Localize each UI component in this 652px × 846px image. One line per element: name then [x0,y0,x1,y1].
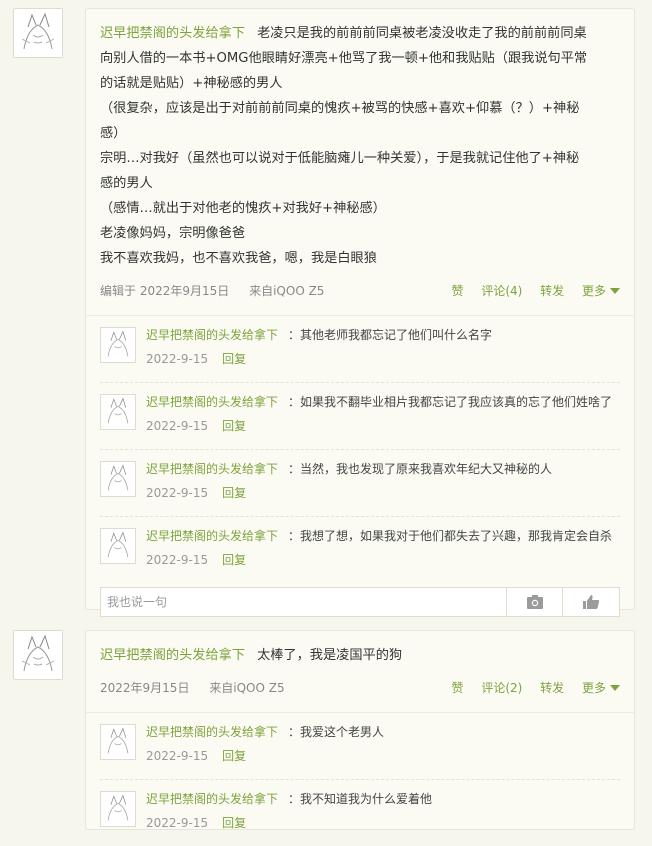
post-meta: 2022年9月15日 来自iQOO Z5 赞 评论(2) 转发 更多 [86,676,634,700]
comment-date: 2022-9-15 [146,419,209,433]
post-source: 来自iQOO Z5 [249,284,325,298]
avatar-sketch-icon [14,9,62,57]
post-line: 宗明…对我好（虽然也可以说对于低能脑瘫儿一种关爱），于是我就记住他了+神秘 [100,151,580,166]
comment-date: 2022-9-15 [146,749,209,763]
post-line: 感） [100,126,127,141]
reply-button[interactable]: 回复 [222,749,246,763]
post-author[interactable]: 迟早把禁阁的头发给拿下 [100,26,245,41]
chevron-down-icon [610,288,620,294]
comment-author[interactable]: 迟早把禁阁的头发给拿下 [146,529,278,543]
comment-text: ：我不知道我为什么爱着他 [288,792,433,806]
comment-input-placeholder: 我也说一句 [107,595,168,609]
post-author[interactable]: 迟早把禁阁的头发给拿下 [100,648,245,663]
comment-author[interactable]: 迟早把禁阁的头发给拿下 [146,328,278,342]
avatar-sketch-icon [107,531,129,558]
post-line: （感情…就出于对他老的愧疚+对我好+神秘感） [100,201,386,216]
post-line: 的话就是贴贴）+神秘感的男人 [100,76,283,91]
post-line: 迟早把禁阁的头发给拿下 太棒了，我是凌国平的狗 [100,648,403,663]
avatar-sketch-icon [107,794,129,821]
post-line: 感的男人 [100,176,153,191]
avatar[interactable] [100,528,136,564]
post-line: 老凌像妈妈，宗明像爸爸 [100,226,246,241]
thumb-button[interactable] [562,588,619,616]
comment-date: 2022-9-15 [146,486,209,500]
post-line: 我不喜欢我妈，也不喜欢我爸，嗯，我是白眼狼 [100,251,377,266]
comment-text: ：如果我不翻毕业相片我都忘记了我应该真的忘了他们姓啥了 [288,395,613,409]
comment-item: 迟早把禁阁的头发给拿下 ：我不知道我为什么爱着他 2022-9-15 回复 [100,780,620,846]
repost-button[interactable]: 转发 [540,681,564,695]
avatar[interactable] [13,630,63,680]
post-body: 迟早把禁阁的头发给拿下 太棒了，我是凌国平的狗 [86,631,634,668]
avatar-sketch-icon [107,330,129,357]
comment-item: 迟早把禁阁的头发给拿下 ：如果我不翻毕业相片我都忘记了我应该真的忘了他们姓啥了 2… [100,383,620,450]
post-source: 来自iQOO Z5 [209,681,285,695]
comment-date: 2022-9-15 [146,816,209,830]
avatar[interactable] [13,8,63,58]
comment-author[interactable]: 迟早把禁阁的头发给拿下 [146,725,278,739]
post-line: 迟早把禁阁的头发给拿下 老凌只是我的前前前同桌被老凌没收走了我的前前前同桌 [100,26,587,41]
comment-author[interactable]: 迟早把禁阁的头发给拿下 [146,395,278,409]
comment-author[interactable]: 迟早把禁阁的头发给拿下 [146,792,278,806]
post-line: （很复杂，应该是出于对前前前同桌的愧疚+被骂的快感+喜欢+仰慕（？）+神秘 [100,101,580,116]
comment-input[interactable]: 我也说一句 [100,587,620,617]
post-time: 2022年9月15日 [100,681,190,695]
reply-button[interactable]: 回复 [222,486,246,500]
comment-text: ：我爱这个老男人 [288,725,385,739]
comment-text: ：我想了想，如果我对于他们都失去了兴趣，那我肯定会自杀 [288,529,613,543]
avatar[interactable] [100,327,136,363]
post-line: 向别人借的一本书+OMG他眼睛好漂亮+他骂了我一顿+他和我贴贴（跟我说句平常 [100,51,588,66]
thumb-icon [583,595,600,609]
post-actions: 赞 评论(4) 转发 更多 [437,279,620,303]
avatar[interactable] [100,394,136,430]
repost-button[interactable]: 转发 [540,284,564,298]
comment-text: ：其他老师我都忘记了他们叫什么名字 [288,328,493,342]
like-button[interactable]: 赞 [451,284,463,298]
comment-item: 迟早把禁阁的头发给拿下 ：其他老师我都忘记了他们叫什么名字 2022-9-15 回复 [100,316,620,383]
comment-item: 迟早把禁阁的头发给拿下 ：当然，我也发现了原来我喜欢年纪大又神秘的人 2022-9… [100,450,620,517]
avatar[interactable] [100,791,136,827]
reply-button[interactable]: 回复 [222,816,246,830]
post-actions: 赞 评论(2) 转发 更多 [437,676,620,700]
comment-date: 2022-9-15 [146,553,209,567]
avatar[interactable] [100,461,136,497]
comment-item: 迟早把禁阁的头发给拿下 ：我想了想，如果我对于他们都失去了兴趣，那我肯定会自杀 2… [100,517,620,583]
post-body: 迟早把禁阁的头发给拿下 老凌只是我的前前前同桌被老凌没收走了我的前前前同桌 向别人… [86,9,634,271]
post-time: 编辑于 2022年9月15日 [100,284,230,298]
avatar-sketch-icon [14,631,62,679]
comment-button[interactable]: 评论(2) [481,681,522,695]
comment-list: 迟早把禁阁的头发给拿下 ：我爱这个老男人 2022-9-15 回复 迟早把禁阁的头发… [86,713,634,846]
avatar[interactable] [100,724,136,760]
comment-button[interactable]: 评论(4) [481,284,522,298]
post-meta: 编辑于 2022年9月15日 来自iQOO Z5 赞 评论(4) 转发 更多 [86,279,634,303]
more-button[interactable]: 更多 [582,284,620,298]
camera-icon [527,595,543,609]
like-button[interactable]: 赞 [451,681,463,695]
post-card: 迟早把禁阁的头发给拿下 太棒了，我是凌国平的狗 2022年9月15日 来自iQOO… [85,630,635,830]
avatar-sketch-icon [107,397,129,424]
post-card: 迟早把禁阁的头发给拿下 老凌只是我的前前前同桌被老凌没收走了我的前前前同桌 向别人… [85,8,635,617]
avatar-sketch-icon [107,727,129,754]
comment-item: 迟早把禁阁的头发给拿下 ：我爱这个老男人 2022-9-15 回复 [100,713,620,780]
comment-author[interactable]: 迟早把禁阁的头发给拿下 [146,462,278,476]
reply-button[interactable]: 回复 [222,553,246,567]
more-button[interactable]: 更多 [582,681,620,695]
camera-button[interactable] [506,588,563,616]
avatar-sketch-icon [107,464,129,491]
reply-button[interactable]: 回复 [222,419,246,433]
comment-date: 2022-9-15 [146,352,209,366]
comment-list: 迟早把禁阁的头发给拿下 ：其他老师我都忘记了他们叫什么名字 2022-9-15 回复… [86,316,634,583]
reply-button[interactable]: 回复 [222,352,246,366]
chevron-down-icon [610,685,620,691]
comment-text: ：当然，我也发现了原来我喜欢年纪大又神秘的人 [288,462,553,476]
